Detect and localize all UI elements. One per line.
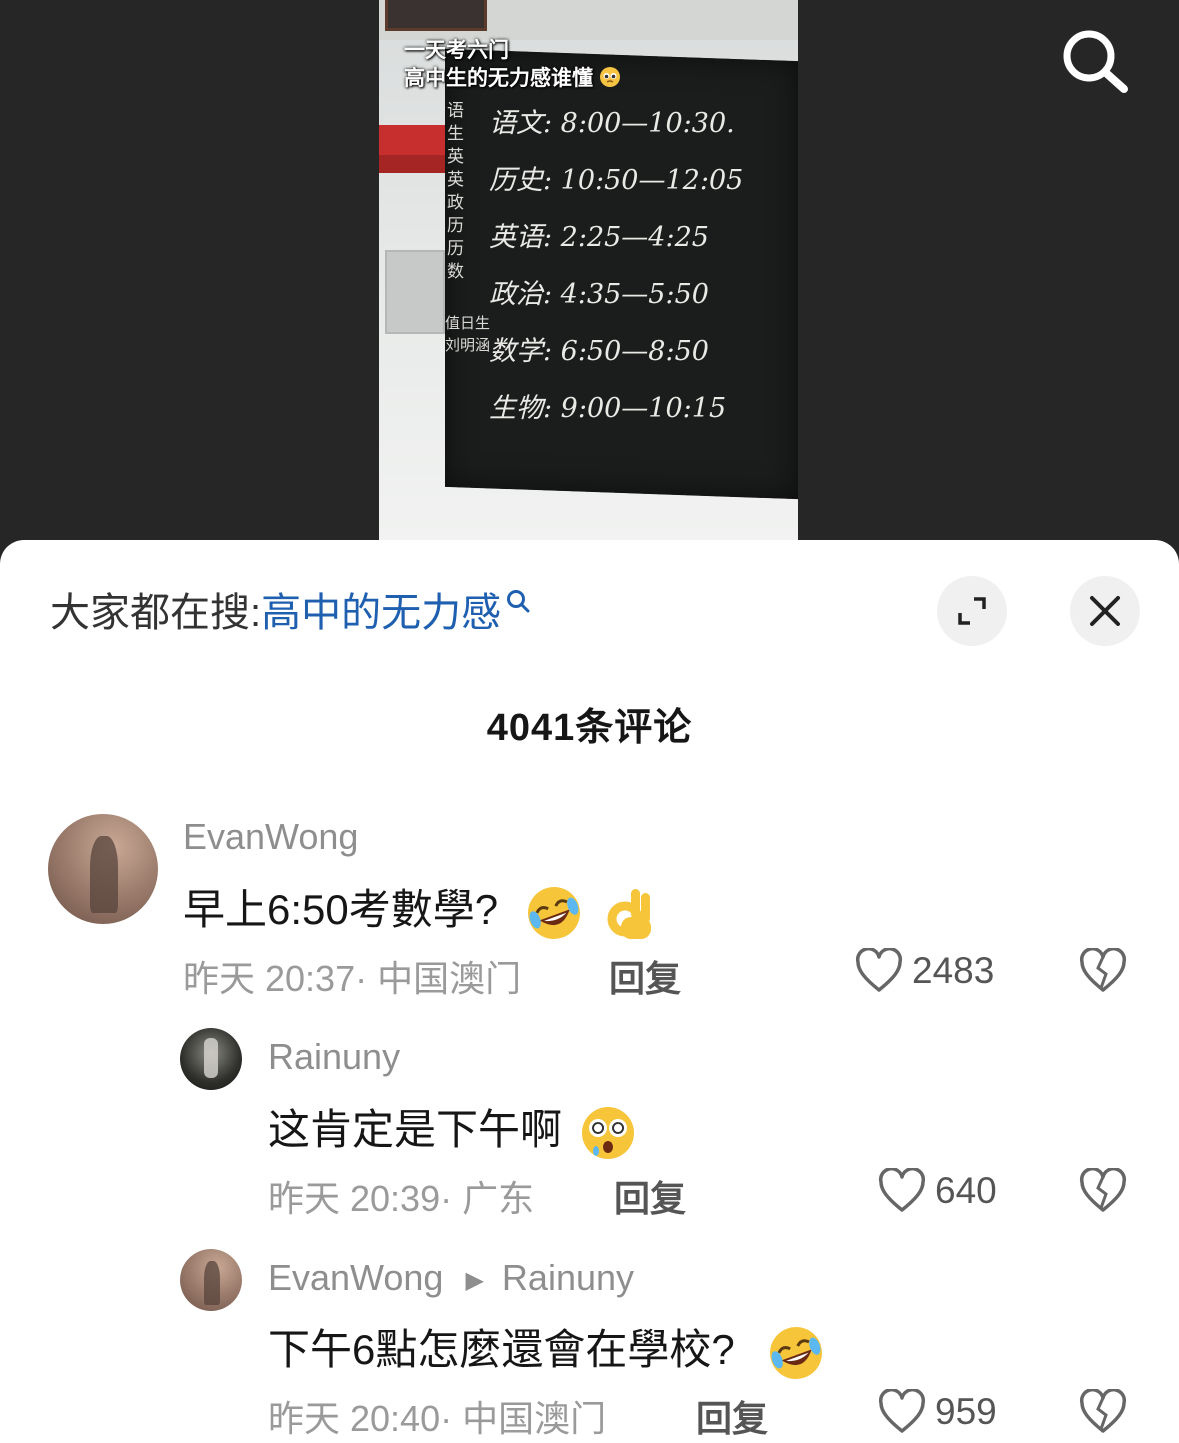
broken-heart-icon: [1079, 1167, 1127, 1212]
comment-body: 下午6點怎麼還會在學校?: [268, 1326, 735, 1373]
avatar[interactable]: [180, 1249, 242, 1311]
broken-heart-icon: [1079, 1388, 1127, 1433]
comment-username-link[interactable]: EvanWong: [268, 1257, 443, 1298]
like-button[interactable]: 959: [877, 1389, 997, 1435]
dislike-button[interactable]: [1078, 1388, 1128, 1435]
comment-text: 早上6:50考數學?: [183, 876, 659, 943]
rolling-laughing-emoji: [527, 886, 580, 939]
board-line: 语文: 8:00—10:30.: [489, 108, 735, 139]
board-line: 生物: 9:00—10:15: [489, 393, 727, 424]
close-icon: [1090, 596, 1120, 626]
reply-button[interactable]: 回复: [609, 950, 681, 1002]
heart-icon: [878, 1168, 926, 1212]
expand-button[interactable]: [937, 576, 1007, 646]
board-side-chars: 语 生 英 英 政 历 历 数: [447, 101, 464, 282]
reply-button[interactable]: 回复: [696, 1390, 768, 1442]
reply-button[interactable]: 回复: [614, 1170, 686, 1222]
heart-icon: [855, 948, 903, 992]
video-caption: 一天考六门 高中生的无力感谁懂: [404, 37, 621, 93]
wall-clock: [385, 0, 487, 31]
caption-line: 高中生的无力感谁懂: [404, 65, 621, 93]
reply-arrow-icon: ▶: [465, 1266, 484, 1294]
expand-icon: [958, 597, 986, 625]
avatar[interactable]: [180, 1028, 242, 1090]
dizzy-face-emoji: [581, 1106, 634, 1159]
board-line: 历史: 10:50—12:05: [489, 165, 744, 196]
broken-heart-icon: [1079, 947, 1127, 992]
comment-username[interactable]: Rainuny: [268, 1036, 400, 1078]
hot-search-bar[interactable]: 大家都在搜:高中的无力感: [50, 588, 533, 638]
board-side-names: 值日生 刘明涵: [445, 314, 491, 354]
comment-text: 这肯定是下午啊: [268, 1096, 638, 1163]
board-line: 英语: 2:25—4:25: [489, 222, 709, 253]
comment-count: 4041条评论: [486, 707, 693, 749]
comment-time-location: 昨天 20:40· 中国澳门: [268, 1398, 607, 1439]
like-count: 2483: [912, 950, 995, 991]
video-player[interactable]: 语 生 英 英 政 历 历 数 值日生 刘明涵 语文: 8:00—10:30. …: [0, 0, 1179, 560]
search-button[interactable]: [1058, 26, 1130, 94]
comment-text: 下午6點怎麼還會在學校?: [268, 1316, 826, 1383]
like-count: 640: [935, 1170, 997, 1211]
comment-username[interactable]: EvanWong: [183, 816, 358, 858]
caption-text: 高中生的无力感谁懂: [404, 67, 593, 90]
board-schedule: 语文: 8:00—10:30. 历史: 10:50—12:05 英语: 2:25…: [489, 95, 789, 437]
dislike-button[interactable]: [1078, 1167, 1128, 1214]
comment-time-location: 昨天 20:37· 中国澳门: [183, 958, 522, 999]
wall-poster: [379, 125, 447, 173]
pleading-face-emoji: [599, 67, 620, 87]
hot-search-prefix: 大家都在搜:: [50, 591, 262, 635]
caption-line: 一天考六门: [404, 39, 509, 62]
comment-body: 早上6:50考數學?: [183, 886, 499, 933]
rolling-laughing-emoji: [770, 1326, 823, 1379]
reply-to-username[interactable]: Rainuny: [502, 1257, 634, 1298]
board-line: 政治: 4:35—5:50: [489, 279, 709, 310]
search-icon: [1063, 30, 1128, 93]
like-button[interactable]: 2483: [854, 948, 994, 994]
like-button[interactable]: 640: [877, 1168, 997, 1214]
close-button[interactable]: [1070, 576, 1140, 646]
hot-search-keyword[interactable]: 高中的无力感: [261, 591, 501, 635]
avatar[interactable]: [48, 814, 158, 924]
comment-body: 这肯定是下午啊: [268, 1106, 563, 1153]
window: [385, 250, 445, 334]
like-count: 959: [935, 1391, 997, 1432]
comment-username: EvanWong ▶ Rainuny: [268, 1257, 634, 1299]
dislike-button[interactable]: [1078, 947, 1128, 994]
board-line: 数学: 6:50—8:50: [489, 336, 709, 367]
comment-sheet: 大家都在搜:高中的无力感 4041条评论 EvanWong 早上6:50考數學?: [0, 540, 1179, 1443]
ok-hand-emoji: [607, 888, 652, 939]
small-search-icon: [507, 590, 530, 613]
comment-time-location: 昨天 20:39· 广东: [268, 1178, 535, 1219]
heart-icon: [878, 1389, 926, 1433]
